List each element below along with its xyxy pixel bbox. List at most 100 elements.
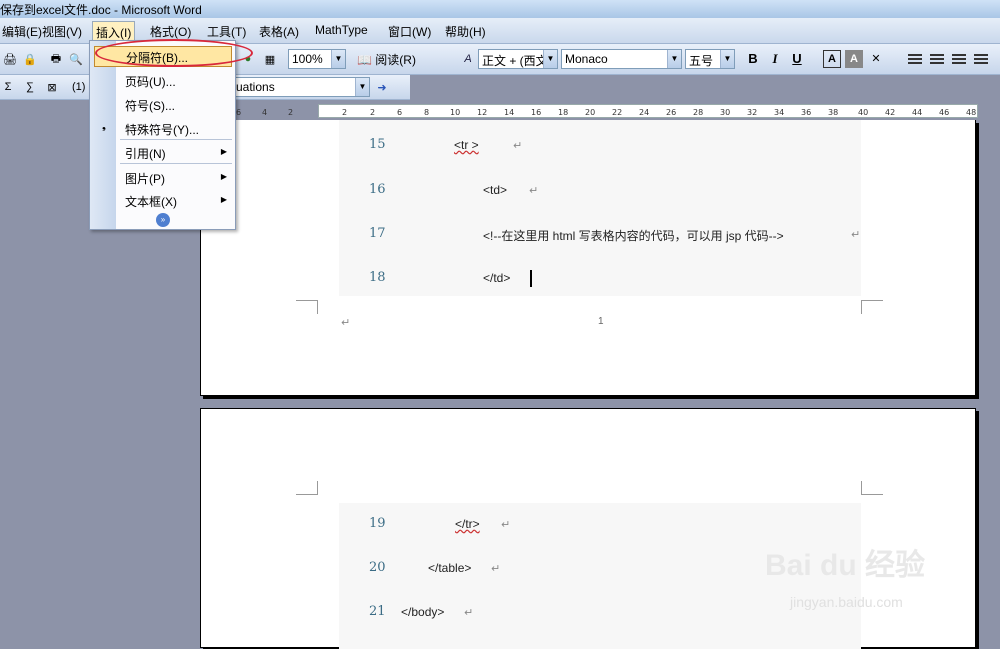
code-line: <tr > [454, 138, 479, 152]
page-number: 1 [598, 316, 604, 327]
margin-corner [296, 300, 318, 314]
equations-select[interactable]: uations ▼ [232, 77, 370, 97]
line-number: 18 [369, 270, 386, 285]
submenu-arrow-icon: ▶ [220, 147, 227, 156]
menu-item-text-box[interactable]: 文本框(X) [125, 193, 177, 210]
line-number: 15 [369, 137, 386, 152]
italic-button[interactable]: I [766, 50, 784, 68]
menu-table[interactable]: 表格(A) [257, 23, 301, 40]
align-justify-icon[interactable] [908, 54, 922, 66]
ruler-tick: 16 [531, 108, 542, 117]
menu-window[interactable]: 窗口(W) [386, 23, 433, 40]
menu-format[interactable]: 格式(O) [148, 23, 193, 40]
window-title: 保存到excel文件.doc - Microsoft Word [0, 3, 202, 17]
line-number: 19 [369, 516, 386, 531]
ruler-tick: 14 [504, 108, 515, 117]
document-page-1[interactable]: 15 <tr > ↵ 16 <td> ↵ 17 <!--在这里用 html 写表… [200, 120, 976, 396]
expand-menu-icon[interactable]: » [156, 213, 170, 227]
menu-item-reference[interactable]: 引用(N) [125, 145, 166, 162]
paragraph-mark-icon: ↵ [513, 140, 523, 152]
ruler-tick: 22 [612, 108, 623, 117]
menu-item-symbol[interactable]: 符号(S)... [125, 97, 175, 114]
code-block [339, 120, 861, 296]
document-page-2[interactable]: 19 </tr> ↵ 20 </table> ↵ 21 </body> ↵ [200, 408, 976, 649]
code-line: <!--在这里用 html 写表格内容的代码，可以用 jsp 代码--> [483, 229, 784, 243]
ruler-tick: 26 [666, 108, 677, 117]
ruler-tick: 20 [585, 108, 596, 117]
style-select[interactable]: 正文 + (西文) ▼ [478, 49, 558, 69]
chevron-down-icon: ▼ [720, 50, 734, 68]
preview-icon[interactable]: 🔍 [68, 51, 84, 67]
menu-item-special-symbol[interactable]: 特殊符号(Y)... [125, 121, 199, 138]
submenu-arrow-icon: ▶ [220, 172, 227, 181]
chevron-down-icon: ▼ [543, 50, 557, 68]
menu-icon-stripe [90, 41, 116, 229]
paragraph-mark-icon: ↵ [851, 229, 861, 241]
font-size-select[interactable]: 五号 ▼ [685, 49, 735, 69]
line-number: 20 [369, 560, 386, 575]
ruler-tick: 24 [639, 108, 650, 117]
sigma-icon[interactable]: Σ [0, 79, 16, 95]
permission-icon[interactable]: 🔒 [22, 51, 38, 67]
ruler-tick: 42 [885, 108, 896, 117]
bullet-icon: ❟ [102, 121, 106, 132]
ruler-tick: 46 [939, 108, 950, 117]
paragraph-mark-icon: ↵ [491, 563, 501, 575]
ruler-tick: 30 [720, 108, 731, 117]
ruler-tick: 8 [424, 108, 430, 117]
chevron-down-icon: ▼ [667, 50, 681, 68]
align-right-icon[interactable] [952, 54, 966, 66]
go-arrow-icon[interactable]: ➜ [374, 79, 390, 95]
ruler-tick: 44 [912, 108, 923, 117]
ruler-tick: 34 [774, 108, 785, 117]
chevron-down-icon: ▼ [355, 78, 369, 96]
char-shading-icon[interactable]: A [845, 50, 863, 68]
menu-insert[interactable]: 插入(I) [92, 21, 136, 41]
styles-icon[interactable]: A [460, 51, 476, 67]
menu-item-page-numbers[interactable]: 页码(U)... [125, 73, 176, 90]
menu-view[interactable]: 视图(V) [40, 23, 84, 40]
table-grid-icon[interactable]: ▦ [262, 51, 278, 67]
sigma-box-icon[interactable]: ∑ [22, 79, 38, 95]
print-icon[interactable]: 🖶 [48, 51, 64, 67]
menu-tools[interactable]: 工具(T) [205, 23, 248, 40]
equation-number[interactable]: (1) [72, 79, 85, 95]
char-scale-icon[interactable]: ✕ [867, 50, 885, 68]
menu-item-picture[interactable]: 图片(P) [125, 170, 165, 187]
baidu-watermark: Bai du 经验 [765, 549, 926, 582]
code-line: </table> [428, 561, 472, 575]
margin-corner [861, 300, 883, 314]
font-select[interactable]: Monaco ▼ [561, 49, 682, 69]
char-border-icon[interactable]: A [823, 50, 841, 68]
ruler-tick: 36 [801, 108, 812, 117]
paragraph-mark-icon: ↵ [501, 519, 511, 531]
menu-help[interactable]: 帮助(H) [443, 23, 488, 40]
ruler-tick: 2 [342, 108, 348, 117]
menu-mathtype[interactable]: MathType [313, 23, 370, 37]
chevron-down-icon: ▼ [331, 50, 345, 68]
print-preview-icon[interactable]: 🖨 [2, 51, 18, 67]
bold-button[interactable]: B [744, 50, 762, 68]
annotation-ellipse [95, 39, 253, 67]
underline-button[interactable]: U [788, 50, 806, 68]
menu-edit[interactable]: 编辑(E) [0, 23, 44, 40]
ruler-tick: 18 [558, 108, 569, 117]
ruler-tick: 48 [966, 108, 977, 117]
code-line: <td> [483, 183, 508, 197]
baidu-watermark-url: jingyan.baidu.com [790, 594, 903, 610]
read-button[interactable]: 📖 阅读(R) [354, 49, 432, 69]
paragraph-mark-icon: ↵ [529, 185, 539, 197]
title-bar: 保存到excel文件.doc - Microsoft Word [0, 0, 1000, 18]
submenu-arrow-icon: ▶ [220, 195, 227, 204]
toolbar-empty-area [410, 75, 1000, 100]
code-line: </body> [401, 605, 445, 619]
align-center-icon[interactable] [930, 54, 944, 66]
line-number: 16 [369, 182, 386, 197]
book-icon: 📖 [357, 53, 372, 67]
zoom-select[interactable]: 100% ▼ [288, 49, 346, 69]
equation-toggle-icon[interactable]: ⊠ [44, 79, 60, 95]
margin-corner [296, 481, 318, 495]
code-line: </tr> [455, 517, 480, 531]
ruler-tick: 32 [747, 108, 758, 117]
distribute-icon[interactable] [974, 54, 988, 66]
